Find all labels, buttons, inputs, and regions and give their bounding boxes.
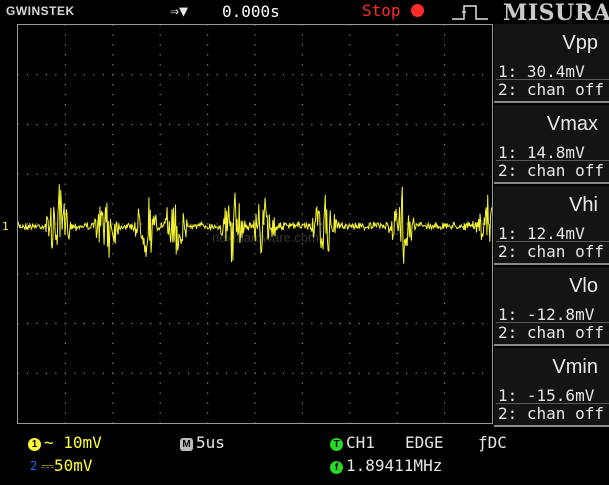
ch1-icon: 1: [28, 438, 41, 451]
waveform-display: [17, 24, 493, 424]
stop-icon: [411, 4, 424, 17]
bottom-status-bar: 1 ~ 10mV 2 ⎓50mV M 5us T CH1 EDGE ƒDC f 1.894…: [0, 430, 609, 485]
measurement-vmax[interactable]: Vmax 1: 14.8mV 2: chan off: [494, 105, 609, 184]
top-status-bar: GWINSTEK ⇒▼ 0.000s Stop MISURA: [0, 0, 609, 26]
channel1-level-marker[interactable]: 1: [2, 220, 9, 233]
ch2-value: 2: chan off: [498, 242, 604, 261]
timebase-icon: M: [180, 438, 193, 451]
timebase-readout[interactable]: M 5us: [180, 433, 225, 452]
watermark: nexthardware.com: [212, 230, 319, 245]
measurement-name: Vpp: [562, 32, 598, 54]
measurement-name: Vmin: [552, 356, 598, 378]
measure-menu-title: MISURA: [503, 0, 609, 26]
measurement-vhi[interactable]: Vhi 1: 12.4mV 2: chan off: [494, 186, 609, 265]
measurement-vpp[interactable]: Vpp 1: 30.4mV 2: chan off: [494, 24, 609, 103]
trigger-mode-indicator: ⇒▼: [170, 2, 189, 20]
ch2-value: 2: chan off: [498, 80, 604, 99]
frequency-readout: f 1.89411MHz: [330, 456, 442, 475]
ch2-scale-readout[interactable]: 2 ⎓50mV: [30, 456, 93, 476]
run-state-label: Stop: [362, 1, 401, 20]
ch2-value: 2: chan off: [498, 323, 604, 342]
rising-edge-icon: [452, 5, 488, 20]
ch2-icon: 2: [30, 459, 38, 473]
measurement-panel: Vpp 1: 30.4mV 2: chan off Vmax 1: 14.8mV…: [494, 24, 609, 430]
frequency-value: 1.89411MHz: [346, 456, 443, 475]
trigger-source: CH1: [346, 433, 375, 452]
trigger-icon: T: [330, 438, 343, 451]
brand-logo: GWINSTEK: [6, 4, 75, 18]
measurement-name: Vlo: [569, 275, 598, 297]
trigger-time-readout: 0.000s: [222, 2, 280, 21]
ch1-scale-readout[interactable]: 1 ~ 10mV: [28, 433, 102, 452]
graticule-and-trace: [18, 25, 492, 423]
measurement-name: Vhi: [569, 194, 598, 216]
ch2-value: 2: chan off: [498, 161, 604, 180]
timebase-value: 5us: [196, 433, 225, 452]
frequency-icon: f: [330, 461, 343, 474]
measurement-name: Vmax: [546, 113, 598, 135]
measurement-vmin[interactable]: Vmin 1: -15.6mV 2: chan off: [494, 348, 609, 427]
ch1-scale: ~ 10mV: [44, 433, 102, 452]
ch2-value: 2: chan off: [498, 404, 604, 423]
trigger-coupling[interactable]: ƒDC: [478, 433, 507, 452]
measurement-vlo[interactable]: Vlo 1: -12.8mV 2: chan off: [494, 267, 609, 346]
trigger-source-readout[interactable]: T CH1: [330, 433, 375, 452]
trigger-type[interactable]: EDGE: [405, 433, 444, 452]
ch2-scale: ⎓50mV: [41, 456, 93, 475]
